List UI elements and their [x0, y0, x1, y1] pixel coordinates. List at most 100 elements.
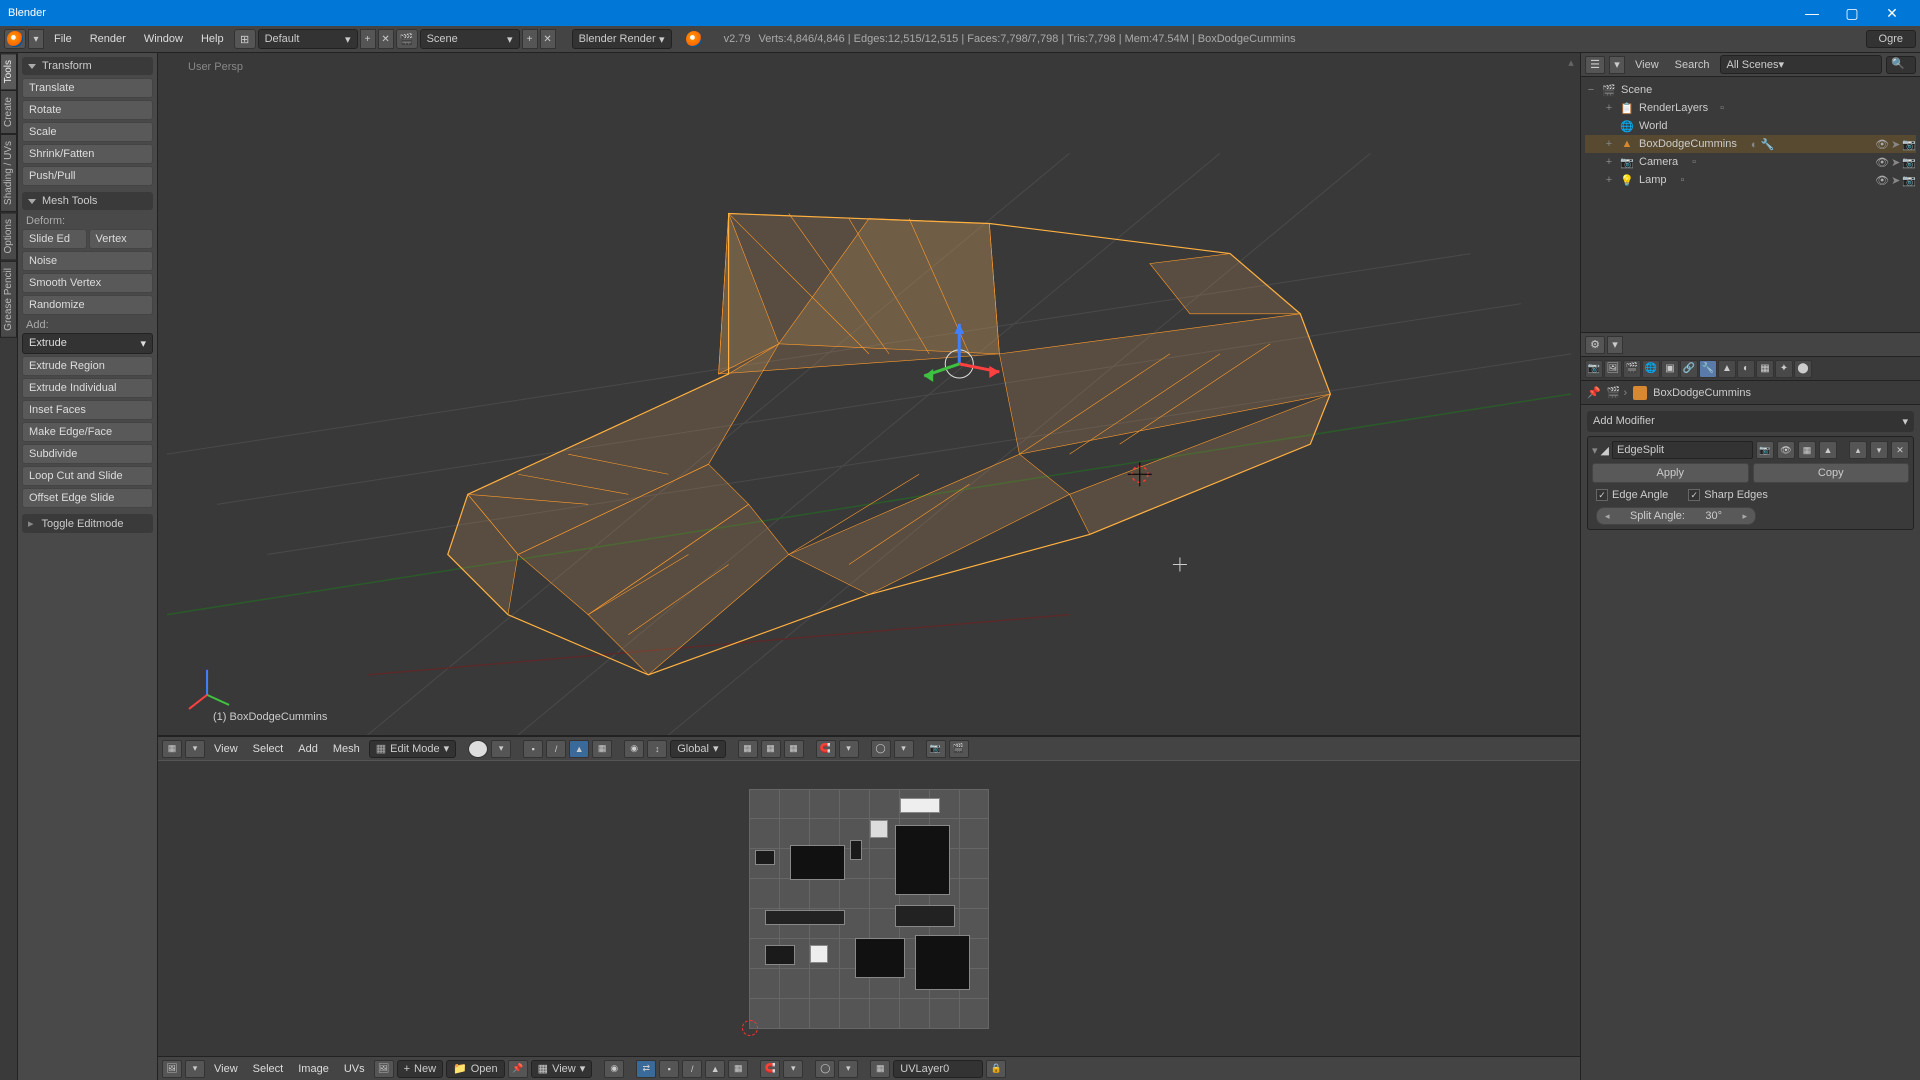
delete-scene-button[interactable]: ✕ — [540, 29, 556, 49]
tree-camera[interactable]: +📷Camera▫👁➤📷 — [1585, 153, 1916, 171]
viewport-3d[interactable]: ▴ User Persp — [158, 53, 1580, 736]
breadcrumb-object[interactable]: BoxDodgeCummins — [1653, 387, 1751, 399]
proportional-icon[interactable]: ◯ — [871, 740, 891, 758]
viewport-visibility-icon[interactable]: 👁 — [1777, 441, 1795, 459]
menu-window[interactable]: Window — [136, 29, 191, 49]
uv-menu-uvs[interactable]: UVs — [338, 1063, 371, 1075]
vp-menu-add[interactable]: Add — [292, 743, 324, 755]
tree-object[interactable]: +▲BoxDodgeCummins◐ 🔧👁➤📷 — [1585, 135, 1916, 153]
uv-layer-icon[interactable]: ▦ — [870, 1060, 890, 1078]
shrink-fatten-button[interactable]: Shrink/Fatten — [22, 144, 153, 164]
menu-render[interactable]: Render — [82, 29, 134, 49]
tree-renderlayers[interactable]: +📋RenderLayers▫ — [1585, 99, 1916, 117]
expand-icon[interactable]: ▾ — [1607, 336, 1623, 354]
outliner-view[interactable]: View — [1629, 59, 1665, 71]
expand-icon[interactable]: ▾ — [185, 1060, 205, 1078]
image-browse-icon[interactable]: 🖼 — [374, 1060, 394, 1078]
subdivide-button[interactable]: Subdivide — [22, 444, 153, 464]
tree-lamp[interactable]: +💡Lamp▫👁➤📷 — [1585, 171, 1916, 189]
proportional-falloff-icon[interactable]: ▾ — [894, 740, 914, 758]
vp-menu-select[interactable]: Select — [247, 743, 290, 755]
shading-solid-icon[interactable] — [468, 740, 488, 758]
tab-renderlayers-icon[interactable]: 🖼 — [1604, 360, 1622, 378]
vp-menu-mesh[interactable]: Mesh — [327, 743, 366, 755]
slide-edge-button[interactable]: Slide Ed — [22, 229, 87, 249]
tab-shading[interactable]: Shading / UVs — [0, 134, 17, 212]
tab-scene-icon[interactable]: 🎬 — [1623, 360, 1641, 378]
uv-layer-dropdown[interactable]: UVLayer0 — [893, 1060, 983, 1078]
open-image-button[interactable]: 📁Open — [446, 1060, 505, 1078]
uv-sync-icon[interactable]: ⇄ — [636, 1060, 656, 1078]
transform-header[interactable]: Transform — [22, 57, 153, 75]
scale-button[interactable]: Scale — [22, 122, 153, 142]
outliner-tree[interactable]: −🎬Scene +📋RenderLayers▫ 🌐World +▲BoxDodg… — [1581, 77, 1920, 332]
add-modifier-dropdown[interactable]: Add Modifier▾ — [1587, 411, 1914, 432]
move-up-icon[interactable]: ▴ — [1849, 441, 1867, 459]
extrude-region-button[interactable]: Extrude Region — [22, 356, 153, 376]
tab-particles-icon[interactable]: ✦ — [1775, 360, 1793, 378]
uv-canvas[interactable] — [158, 761, 1580, 1056]
layer-1-icon[interactable]: ▦ — [738, 740, 758, 758]
loop-cut-button[interactable]: Loop Cut and Slide — [22, 466, 153, 486]
expand-icon[interactable]: ▾ — [1609, 56, 1625, 74]
meshtools-header[interactable]: Mesh Tools — [22, 192, 153, 210]
menu-file[interactable]: File — [46, 29, 80, 49]
render-anim-icon[interactable]: 🎬 — [949, 740, 969, 758]
tree-world[interactable]: 🌐World — [1585, 117, 1916, 135]
tab-object-icon[interactable]: ▣ — [1661, 360, 1679, 378]
pivot-icon[interactable]: ◉ — [624, 740, 644, 758]
pin-icon[interactable]: 📌 — [1587, 386, 1601, 399]
shading-menu-icon[interactable]: ▾ — [491, 740, 511, 758]
vertex-select-icon[interactable]: ▪ — [523, 740, 543, 758]
editor-type-properties-icon[interactable]: ⚙ — [1585, 336, 1605, 354]
vertex-button[interactable]: Vertex — [89, 229, 154, 249]
make-edge-face-button[interactable]: Make Edge/Face — [22, 422, 153, 442]
offset-edge-slide-button[interactable]: Offset Edge Slide — [22, 488, 153, 508]
uv-view-dropdown[interactable]: ▦View▾ — [531, 1060, 593, 1078]
tab-render-icon[interactable]: 📷 — [1585, 360, 1603, 378]
tab-modifiers-icon[interactable]: 🔧 — [1699, 360, 1717, 378]
uv-snap-element-icon[interactable]: ▾ — [783, 1060, 803, 1078]
manipulator-icon[interactable]: ↕ — [647, 740, 667, 758]
outliner-searchbox[interactable]: 🔍 — [1886, 56, 1916, 74]
randomize-button[interactable]: Randomize — [22, 295, 153, 315]
orientation-dropdown[interactable]: Global▾ — [670, 740, 725, 758]
expand-icon[interactable]: ▾ — [28, 29, 44, 49]
pivot-uv-icon[interactable]: ◉ — [604, 1060, 624, 1078]
tab-create[interactable]: Create — [0, 90, 17, 134]
ogre-button[interactable]: Ogre — [1866, 30, 1916, 48]
tree-scene[interactable]: −🎬Scene — [1585, 81, 1916, 99]
render-preview-icon[interactable]: 📷 — [926, 740, 946, 758]
editor-type-3dview-icon[interactable]: ▦ — [162, 740, 182, 758]
editor-type-uv-icon[interactable]: 🖼 — [162, 1060, 182, 1078]
lock-icon[interactable]: 🔒 — [986, 1060, 1006, 1078]
extrude-individual-button[interactable]: Extrude Individual — [22, 378, 153, 398]
uv-menu-view[interactable]: View — [208, 1063, 244, 1075]
limit-selection-icon[interactable]: ▦ — [592, 740, 612, 758]
push-pull-button[interactable]: Push/Pull — [22, 166, 153, 186]
render-visibility-icon[interactable]: 📷 — [1756, 441, 1774, 459]
delete-modifier-icon[interactable]: ✕ — [1891, 441, 1909, 459]
tab-world-icon[interactable]: 🌐 — [1642, 360, 1660, 378]
edge-angle-checkbox[interactable]: ✓Edge Angle — [1596, 489, 1668, 501]
layer-3-icon[interactable]: ▦ — [784, 740, 804, 758]
sharp-edges-checkbox[interactable]: ✓Sharp Edges — [1688, 489, 1768, 501]
uv-island-icon[interactable]: ▦ — [728, 1060, 748, 1078]
uv-vertex-icon[interactable]: ▪ — [659, 1060, 679, 1078]
uv-snap-icon[interactable]: 🧲 — [760, 1060, 780, 1078]
tab-material-icon[interactable]: ◐ — [1737, 360, 1755, 378]
apply-button[interactable]: Apply — [1592, 463, 1749, 483]
uv-edge-icon[interactable]: / — [682, 1060, 702, 1078]
expand-icon[interactable]: ▾ — [185, 740, 205, 758]
collapse-icon[interactable]: ▾ — [1592, 444, 1598, 457]
engine-dropdown[interactable]: Blender Render▾ — [572, 29, 672, 49]
uv-proportional-icon[interactable]: ◯ — [815, 1060, 835, 1078]
tab-data-icon[interactable]: ▲ — [1718, 360, 1736, 378]
minimize-button[interactable]: — — [1792, 0, 1832, 26]
face-select-icon[interactable]: ▲ — [569, 740, 589, 758]
tab-constraints-icon[interactable]: 🔗 — [1680, 360, 1698, 378]
rotate-button[interactable]: Rotate — [22, 100, 153, 120]
cage-icon[interactable]: ▲ — [1819, 441, 1837, 459]
new-image-button[interactable]: +New — [397, 1060, 443, 1078]
noise-button[interactable]: Noise — [22, 251, 153, 271]
